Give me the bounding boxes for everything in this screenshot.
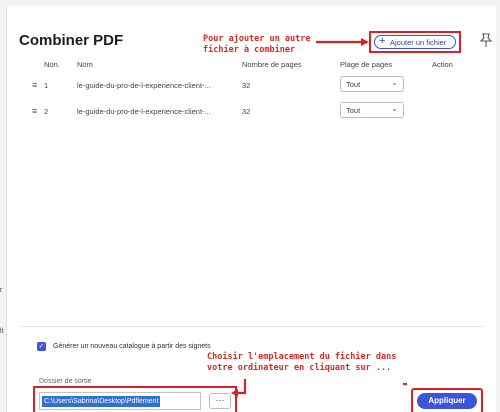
background-text-fragment: lt bbox=[0, 328, 4, 335]
combine-pdf-dialog: Combiner PDF Non. Nom Nombre de pages Pl… bbox=[6, 6, 496, 412]
background-text-fragment: r bbox=[0, 287, 3, 294]
annotation-arrows bbox=[231, 38, 407, 397]
